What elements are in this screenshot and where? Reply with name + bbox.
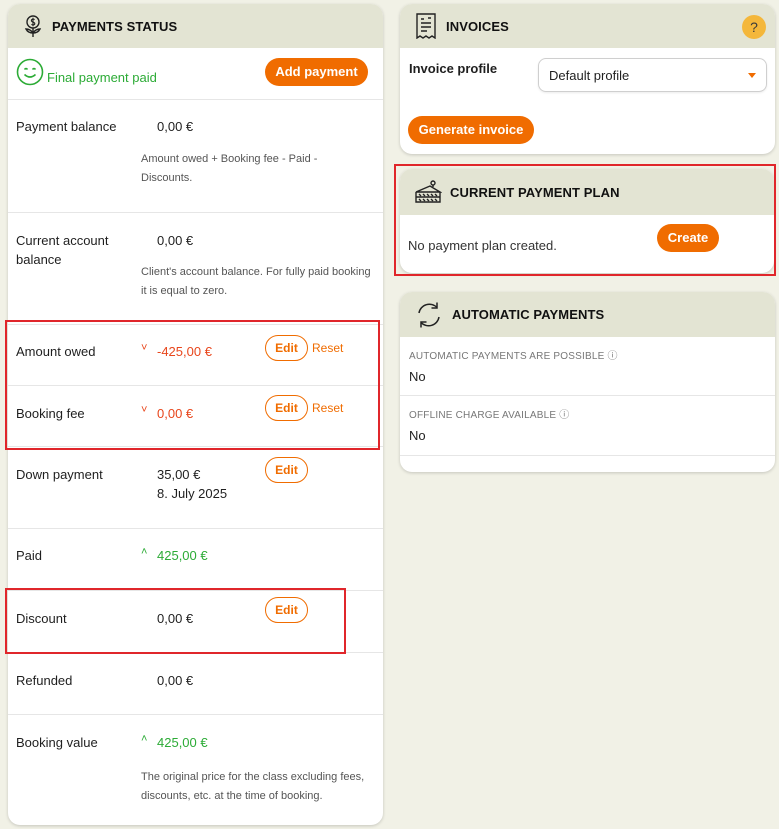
payment-balance-row: Payment balance 0,00 € Amount owed + Boo… [8, 100, 383, 213]
payment-balance-note: Amount owed + Booking fee - Paid - Disco… [141, 153, 318, 184]
caret-down-icon [748, 73, 756, 78]
payment-plan-empty-text: No payment plan created. [408, 238, 557, 253]
add-payment-button[interactable]: Add payment [265, 58, 368, 86]
booking-fee-reset-link[interactable]: Reset [312, 401, 343, 415]
payment-balance-label: Payment balance [16, 119, 117, 134]
invoice-profile-value: Default profile [549, 68, 630, 83]
refunded-value: 0,00 € [157, 673, 194, 688]
offline-charge-section: OFFLINE CHARGE AVAILABLE ⓘ No [400, 396, 775, 456]
payment-plan-header: CURRENT PAYMENT PLAN [400, 169, 774, 215]
current-account-balance-note: Client's account balance. For fully paid… [141, 266, 371, 297]
booking-fee-row: Booking fee ˅ 0,00 € Edit Reset [8, 386, 383, 447]
payments-status-card: PAYMENTS STATUS Final payment paid Add p… [8, 4, 383, 825]
amount-owed-reset-link[interactable]: Reset [312, 341, 343, 355]
automatic-payments-card: AUTOMATIC PAYMENTS AUTOMATIC PAYMENTS AR… [400, 292, 775, 472]
invoices-card: INVOICES ? Invoice profile Default profi… [400, 4, 775, 154]
current-account-balance-value: 0,00 € [157, 233, 194, 248]
amount-owed-row: Amount owed ˅ -425,00 € Edit Reset [8, 325, 383, 386]
amount-owed-edit-button[interactable]: Edit [265, 335, 308, 361]
payment-plan-title: CURRENT PAYMENT PLAN [450, 184, 620, 200]
chevron-down-icon: ˅ [141, 404, 148, 416]
discount-label: Discount [16, 611, 67, 626]
offline-charge-caption: OFFLINE CHARGE AVAILABLE ⓘ [409, 410, 570, 421]
help-icon[interactable]: ? [742, 15, 766, 39]
refunded-row: Refunded 0,00 € [8, 653, 383, 715]
refresh-icon [414, 300, 444, 330]
chevron-down-icon: ˅ [141, 342, 148, 354]
discount-row: Discount 0,00 € Edit [8, 591, 383, 653]
amount-owed-value: -425,00 € [157, 344, 212, 359]
current-account-balance-label-2: balance [16, 252, 62, 267]
discount-value: 0,00 € [157, 611, 194, 626]
create-payment-plan-button[interactable]: Create [657, 224, 719, 252]
down-payment-date: 8. July 2025 [157, 486, 228, 501]
down-payment-value: 35,00 € [157, 467, 201, 482]
invoice-profile-select[interactable]: Default profile [538, 58, 767, 92]
booking-fee-value: 0,00 € [157, 406, 194, 421]
automatic-payments-possible-section: AUTOMATIC PAYMENTS ARE POSSIBLE ⓘ No [400, 337, 775, 396]
paid-value: 425,00 € [157, 548, 208, 563]
offline-charge-value: No [409, 428, 426, 443]
smile-icon [16, 58, 44, 89]
generate-invoice-button[interactable]: Generate invoice [408, 116, 534, 144]
discount-edit-button[interactable]: Edit [265, 597, 308, 623]
automatic-payments-possible-caption: AUTOMATIC PAYMENTS ARE POSSIBLE ⓘ [409, 351, 618, 362]
booking-fee-edit-button[interactable]: Edit [265, 395, 308, 421]
receipt-icon [414, 13, 438, 39]
payments-status-header: PAYMENTS STATUS [8, 4, 383, 48]
down-payment-label: Down payment [16, 467, 103, 482]
amount-owed-label: Amount owed [16, 344, 96, 359]
payment-status-text: Final payment paid [47, 70, 157, 85]
automatic-payments-header: AUTOMATIC PAYMENTS [400, 292, 775, 337]
booking-value-label: Booking value [16, 735, 98, 750]
payment-status-row: Final payment paid Add payment [8, 48, 383, 100]
booking-fee-label: Booking fee [16, 406, 85, 421]
booking-value-row: Booking value ˄ 425,00 € The original pr… [8, 715, 383, 825]
down-payment-edit-button[interactable]: Edit [265, 457, 308, 483]
paid-label: Paid [16, 548, 43, 563]
chevron-up-icon: ˄ [141, 733, 148, 745]
refunded-label: Refunded [16, 673, 73, 688]
payment-balance-value: 0,00 € [157, 119, 194, 134]
booking-value-note: The original price for the class excludi… [141, 771, 365, 802]
cake-icon [414, 178, 442, 206]
automatic-payments-title: AUTOMATIC PAYMENTS [452, 307, 605, 322]
payment-plan-card: CURRENT PAYMENT PLAN No payment plan cre… [400, 169, 774, 273]
chevron-up-icon: ˄ [141, 546, 148, 558]
down-payment-row: Down payment 35,00 € 8. July 2025 Edit [8, 447, 383, 529]
booking-value-value: 425,00 € [157, 735, 208, 750]
invoices-title: INVOICES [446, 18, 509, 34]
automatic-payments-possible-value: No [409, 369, 426, 384]
money-flower-icon [22, 14, 44, 38]
invoices-header: INVOICES [400, 4, 775, 48]
invoice-profile-label: Invoice profile [409, 61, 498, 76]
current-account-balance-label-1: Current account [16, 233, 109, 248]
current-account-balance-row: Current account balance 0,00 € Client's … [8, 213, 383, 325]
paid-row: Paid ˄ 425,00 € [8, 529, 383, 591]
payments-status-title: PAYMENTS STATUS [52, 18, 178, 34]
